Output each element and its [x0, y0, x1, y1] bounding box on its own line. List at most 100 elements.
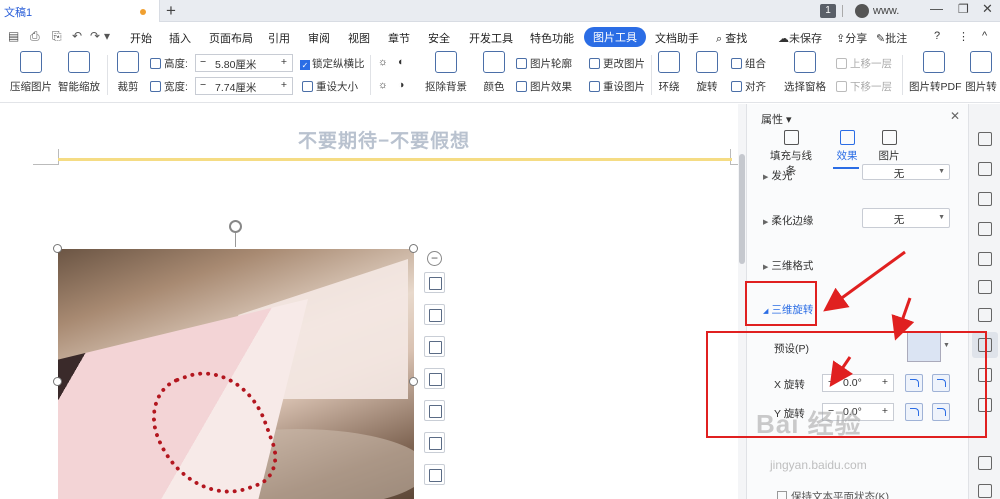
more-options-icon[interactable]: ⋮ — [958, 30, 969, 43]
menu-home[interactable]: 开始 — [130, 30, 152, 46]
user-name[interactable]: www. — [873, 5, 899, 17]
picture-to-pdf-button[interactable]: 图片转PDF — [909, 51, 962, 94]
maximize-button[interactable]: ❐ — [958, 2, 969, 16]
resize-handle-right[interactable] — [409, 377, 418, 386]
brightness-up-icon[interactable]: ☼ — [378, 56, 388, 68]
cake-picture[interactable] — [58, 249, 414, 499]
picture-to-text-button[interactable]: 图片转 — [964, 51, 998, 94]
glow-dropdown[interactable]: 无 ▼ — [862, 164, 950, 180]
color-button[interactable]: 颜色 — [479, 51, 509, 94]
tab-effects[interactable]: 效果 — [833, 130, 861, 163]
soft-edge-dropdown[interactable]: 无 ▼ — [862, 208, 950, 228]
menu-review[interactable]: 审阅 — [308, 30, 330, 46]
width-stepper[interactable]: − 7.74厘米 + — [195, 77, 293, 95]
document-tab[interactable]: 文稿1 — [0, 0, 160, 22]
tab-picture[interactable]: 图片 — [875, 130, 903, 163]
menu-special-features[interactable]: 特色功能 — [530, 30, 574, 46]
grid-icon[interactable] — [978, 280, 992, 294]
rotate-handle[interactable] — [229, 220, 242, 233]
scrollbar-thumb[interactable] — [739, 154, 745, 264]
section-glow[interactable]: ▶ 发光 — [763, 168, 792, 183]
height-increment-button[interactable]: + — [281, 56, 287, 68]
fill-icon[interactable] — [978, 252, 992, 266]
width-decrement-button[interactable]: − — [200, 79, 206, 91]
group-button[interactable]: 组合 — [731, 56, 766, 71]
quick-access-dropdown-icon[interactable]: ▾ — [104, 29, 110, 43]
menu-doc-assistant[interactable]: 文档助手 — [655, 30, 699, 46]
redo-icon[interactable]: ↷ — [90, 29, 100, 43]
magic-edit-icon[interactable] — [424, 336, 445, 357]
picture-effect-button[interactable]: 图片效果 — [516, 79, 572, 94]
lock-ratio-checkbox[interactable]: ✓ 锁定纵横比 — [300, 56, 365, 71]
new-tab-button[interactable]: + — [166, 1, 176, 21]
comment-button[interactable]: ✎批注 — [876, 30, 907, 46]
height-decrement-button[interactable]: − — [200, 56, 206, 68]
compress-picture-button[interactable]: 压缩图片 — [10, 51, 52, 94]
minimize-button[interactable]: — — [930, 1, 943, 16]
unsaved-status[interactable]: ☁未保存 — [778, 30, 822, 46]
remove-background-button[interactable]: 抠除背景 — [421, 51, 471, 94]
contrast-up-icon[interactable]: ◐ — [398, 56, 404, 68]
chart-icon[interactable] — [978, 308, 992, 322]
resize-handle-left[interactable] — [53, 377, 62, 386]
menu-insert[interactable]: 插入 — [169, 30, 191, 46]
smart-zoom-button[interactable]: 智能缩放 — [57, 51, 101, 94]
collapse-ribbon-icon[interactable]: ^ — [982, 30, 987, 42]
page-count-badge[interactable]: 1 — [820, 4, 836, 18]
align-button[interactable]: 对齐 — [731, 79, 766, 94]
table-icon[interactable] — [978, 484, 992, 498]
zoom-in-icon[interactable] — [424, 304, 445, 325]
layout-options-icon[interactable] — [424, 272, 445, 293]
document-canvas[interactable]: 不要期待−不要假想 − — [0, 104, 744, 499]
replace-picture-icon[interactable] — [424, 432, 445, 453]
resize-handle-top-right[interactable] — [409, 244, 418, 253]
close-button[interactable]: ✕ — [982, 1, 993, 17]
menu-developer[interactable]: 开发工具 — [469, 30, 513, 46]
change-picture-button[interactable]: 更改图片 — [589, 56, 645, 71]
panel-title[interactable]: 属性 ▾ — [761, 111, 792, 127]
reset-picture-button[interactable]: 重设图片 — [589, 79, 645, 94]
width-value[interactable]: 7.74厘米 — [215, 80, 256, 95]
section-soft-edges[interactable]: ▶ 柔化边缘 — [763, 213, 813, 228]
menu-find[interactable]: ⌕ 查找 — [716, 30, 747, 46]
crop-tool-icon[interactable] — [424, 368, 445, 389]
bring-forward-button[interactable]: 上移一层 — [836, 56, 892, 71]
shape-icon[interactable] — [978, 222, 992, 236]
wrap-button[interactable]: 环绕 — [656, 51, 682, 94]
help-button[interactable]: ? — [934, 30, 940, 42]
pen-icon[interactable] — [978, 132, 992, 146]
height-stepper[interactable]: − 5.80厘米 + — [195, 54, 293, 72]
width-increment-button[interactable]: + — [281, 79, 287, 91]
page-header-text[interactable]: 不要期待−不要假想 — [298, 126, 470, 153]
reset-size-button[interactable]: 重设大小 — [302, 79, 358, 94]
menu-chapter[interactable]: 章节 — [388, 30, 410, 46]
resize-handle-top-left[interactable] — [53, 244, 62, 253]
contrast-down-icon[interactable]: ◑ — [398, 79, 404, 91]
pin-icon[interactable] — [978, 192, 992, 206]
share-button[interactable]: ⇪分享 — [836, 30, 867, 46]
picture-outline-button[interactable]: 图片轮廓 — [516, 56, 572, 71]
undo-icon[interactable]: ↶ — [72, 29, 82, 43]
rotate-button[interactable]: 旋转 — [693, 51, 721, 94]
height-value[interactable]: 5.80厘米 — [215, 57, 256, 72]
keep-text-flat-checkbox[interactable]: 保持文本平面状态(K) — [777, 489, 889, 499]
menu-view[interactable]: 视图 — [348, 30, 370, 46]
select-area-icon[interactable] — [424, 400, 445, 421]
user-avatar[interactable] — [855, 4, 869, 18]
menu-references[interactable]: 引用 — [268, 30, 290, 46]
print-icon[interactable]: ⎙ — [30, 29, 40, 44]
print-preview-icon[interactable]: ⎘ — [52, 29, 62, 44]
cursor-icon[interactable] — [978, 162, 992, 176]
float-toolbar-collapse-button[interactable]: − — [427, 251, 442, 266]
picture-to-text-icon[interactable] — [424, 464, 445, 485]
send-backward-button[interactable]: 下移一层 — [836, 79, 892, 94]
save-icon[interactable]: ▤ — [8, 29, 19, 43]
panel-close-icon[interactable]: ✕ — [950, 109, 960, 123]
menu-page-layout[interactable]: 页面布局 — [209, 30, 253, 46]
menu-security[interactable]: 安全 — [428, 30, 450, 46]
menu-picture-tools[interactable]: 图片工具 — [584, 27, 646, 47]
selection-pane-button[interactable]: 选择窗格 — [783, 51, 827, 94]
card-icon[interactable] — [978, 456, 992, 470]
crop-button[interactable]: 裁剪 — [114, 51, 142, 94]
section-3d-format[interactable]: ▶ 三维格式 — [763, 258, 813, 273]
